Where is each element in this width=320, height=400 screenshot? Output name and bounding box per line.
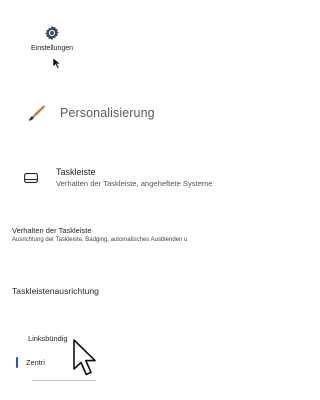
settings-screen: Einstellungen Personalisierung Taskleist… [0,0,250,400]
selected-indicator [16,356,18,368]
taskbar-title: Taskleiste [56,167,96,177]
personalization-title: Personalisierung [60,106,155,120]
personalization-heading: Personalisierung [28,104,155,122]
taskbar-alignment-title: Taskleistenausrichtung [12,286,99,296]
alignment-option-center-label: Zentri [26,357,45,367]
settings-app-shortcut[interactable]: Einstellungen [26,24,78,52]
taskbar-icon [24,173,38,183]
alignment-option-center[interactable]: Zentri [16,356,45,368]
gear-icon [45,25,59,41]
dropdown-divider [32,380,96,381]
settings-label: Einstellungen [30,45,74,52]
alignment-option-left[interactable]: Linksbündig [28,334,67,343]
brush-icon [28,105,46,121]
mouse-cursor-icon [73,339,96,376]
taskbar-subtitle: Verhalten der Taskleiste, angeheftete Sy… [56,179,213,188]
taskbar-behavior-title[interactable]: Verhalten der Taskleiste [12,226,92,235]
mouse-cursor-icon [52,57,62,69]
taskbar-behavior-subtitle: Ausrichtung der Taskleiste, Badging, aut… [12,237,188,243]
